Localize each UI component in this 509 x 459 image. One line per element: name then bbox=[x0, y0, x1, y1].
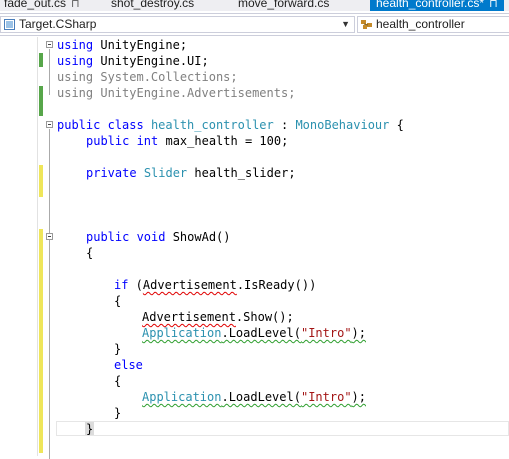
keyword: private bbox=[86, 166, 137, 180]
code-line: if (Advertisement.IsReady()) bbox=[114, 277, 316, 293]
code-text: { bbox=[114, 294, 122, 308]
keyword: public class bbox=[57, 118, 144, 132]
code-line-unused: using UnityEngine.Advertisements; bbox=[57, 85, 295, 101]
code-text: UnityEngine.UI; bbox=[93, 54, 209, 68]
change-marker-unsaved bbox=[39, 165, 43, 197]
type-name: Application bbox=[142, 390, 222, 404]
tab-fade-out[interactable]: fade_out.cs ⊓ bbox=[4, 0, 80, 11]
code-line-warning: Application.LoadLevel("Intro"); bbox=[142, 325, 366, 341]
type-name: Slider bbox=[143, 166, 188, 180]
code-line: { bbox=[114, 293, 121, 309]
code-line: public int max_health = 100; bbox=[86, 133, 288, 149]
error-identifier: Advertisement bbox=[142, 310, 236, 324]
code-line: } bbox=[86, 421, 93, 437]
code-text: ); bbox=[351, 390, 366, 404]
tab-health-controller[interactable]: health_controller.cs* ⊓ bbox=[370, 0, 504, 11]
document-tab-bar: fade_out.cs ⊓ shot_destroy.cs move_forwar… bbox=[0, 0, 509, 11]
collapse-toggle[interactable] bbox=[46, 121, 53, 128]
code-text: System.Collections; bbox=[93, 70, 238, 84]
code-line: { bbox=[86, 245, 93, 261]
code-line: } bbox=[114, 341, 121, 357]
fold-guide bbox=[49, 49, 50, 95]
code-text: UnityEngine.Advertisements; bbox=[93, 86, 296, 100]
keyword: using bbox=[57, 38, 94, 52]
keyword: using bbox=[57, 86, 94, 100]
code-line: else bbox=[114, 357, 143, 373]
code-line: private Slider health_slider; bbox=[86, 165, 296, 181]
code-text: .Show(); bbox=[235, 310, 294, 324]
class-icon bbox=[361, 20, 372, 29]
keyword: if bbox=[114, 278, 129, 292]
keyword: public void bbox=[86, 230, 166, 244]
code-line: public void ShowAd() bbox=[86, 229, 231, 245]
code-line-warning: Application.LoadLevel("Intro"); bbox=[142, 389, 366, 405]
tab-shot-destroy[interactable]: shot_destroy.cs bbox=[111, 0, 194, 11]
pin-icon[interactable]: ⊓ bbox=[71, 0, 80, 10]
tab-label: move_forward.cs bbox=[238, 0, 330, 10]
fold-guide bbox=[49, 241, 50, 433]
code-line: } bbox=[114, 405, 121, 421]
member-dropdown-label: health_controller bbox=[376, 17, 465, 31]
code-text: max_health = 100; bbox=[158, 134, 289, 148]
string-literal: "Intro" bbox=[300, 390, 352, 404]
indicator-margin bbox=[37, 37, 38, 456]
current-line-highlight bbox=[56, 421, 509, 436]
code-text: { bbox=[389, 118, 404, 132]
code-text: } bbox=[114, 406, 122, 420]
code-text: ( bbox=[128, 278, 143, 292]
type-name: health_controller bbox=[150, 118, 274, 132]
project-dropdown-label: Target.CSharp bbox=[19, 17, 97, 31]
project-dropdown[interactable]: Target.CSharp ▼ bbox=[0, 16, 355, 33]
code-line: using UnityEngine.UI; bbox=[57, 53, 209, 69]
type-name: MonoBehaviour bbox=[295, 118, 390, 132]
code-text: { bbox=[86, 246, 94, 260]
code-text: } bbox=[86, 422, 94, 436]
navigation-bar: Target.CSharp ▼ health_controller bbox=[0, 13, 509, 36]
tab-move-forward[interactable]: move_forward.cs bbox=[238, 0, 329, 11]
code-text: ShowAd() bbox=[165, 230, 231, 244]
type-name: Application bbox=[142, 326, 222, 340]
code-text: { bbox=[114, 374, 122, 388]
error-identifier: Advertisement bbox=[142, 278, 237, 292]
pin-icon[interactable]: ⊓ bbox=[489, 0, 498, 10]
code-text: ); bbox=[351, 326, 366, 340]
code-text: : bbox=[273, 118, 296, 132]
keyword: using bbox=[57, 54, 94, 68]
code-text: .LoadLevel( bbox=[221, 326, 301, 340]
member-dropdown[interactable]: health_controller bbox=[357, 16, 509, 33]
chevron-down-icon: ▼ bbox=[341, 19, 350, 29]
tab-label: health_controller.cs* bbox=[376, 0, 485, 10]
code-line: { bbox=[114, 373, 121, 389]
code-line: public class health_controller : MonoBeh… bbox=[57, 117, 404, 133]
code-text: } bbox=[114, 342, 122, 356]
tab-label: fade_out.cs bbox=[4, 0, 67, 10]
keyword: using bbox=[57, 70, 94, 84]
keyword: public int bbox=[86, 134, 159, 148]
csharp-project-icon bbox=[4, 19, 15, 30]
code-line: using UnityEngine; bbox=[57, 37, 187, 53]
code-text: .IsReady()) bbox=[236, 278, 317, 292]
collapse-toggle[interactable] bbox=[46, 233, 53, 240]
code-editor[interactable]: using UnityEngine; using UnityEngine.UI;… bbox=[0, 37, 509, 459]
string-literal: "Intro" bbox=[300, 326, 352, 340]
tab-label: shot_destroy.cs bbox=[111, 0, 195, 10]
code-line: Advertisement.Show(); bbox=[142, 309, 294, 325]
code-text: .LoadLevel( bbox=[221, 390, 301, 404]
code-line-unused: using System.Collections; bbox=[57, 69, 238, 85]
keyword: else bbox=[114, 358, 143, 372]
change-marker-unsaved bbox=[39, 229, 43, 453]
code-text: UnityEngine; bbox=[93, 38, 188, 52]
change-marker-saved bbox=[39, 86, 43, 116]
collapse-toggle[interactable] bbox=[46, 41, 53, 48]
change-marker-saved bbox=[39, 53, 43, 67]
code-text: health_slider; bbox=[187, 166, 296, 180]
